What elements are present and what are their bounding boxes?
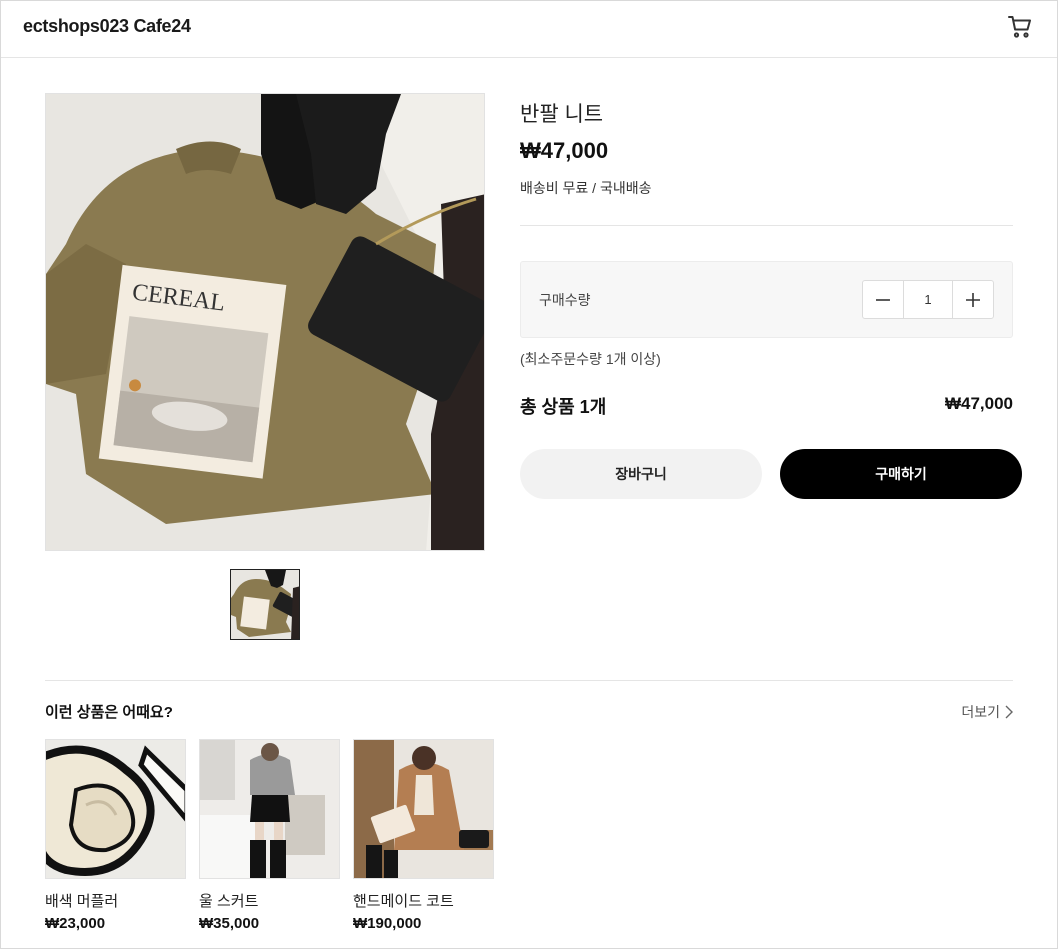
product-image bbox=[45, 739, 186, 879]
minus-icon bbox=[876, 298, 890, 301]
product-main-image: CEREAL bbox=[45, 93, 485, 551]
recommend-item-name: 핸드메이드 코트 bbox=[353, 893, 454, 910]
total-label: 총 상품 1개 bbox=[520, 397, 607, 417]
divider bbox=[45, 680, 1013, 681]
more-link[interactable]: 더보기 bbox=[961, 702, 1013, 722]
quantity-panel: 구매수량 1 bbox=[520, 261, 1013, 338]
top-header: ectshops023 Cafe24 bbox=[1, 1, 1057, 58]
shipping-info: 배송비 무료 / 국내배송 bbox=[520, 180, 652, 196]
add-to-cart-button[interactable]: 장바구니 bbox=[520, 449, 762, 499]
decrease-button[interactable] bbox=[863, 281, 903, 318]
plus-icon bbox=[966, 292, 980, 307]
total-price: ₩47,000 bbox=[944, 394, 1013, 413]
quantity-input[interactable]: 1 bbox=[903, 281, 953, 318]
recommend-item-price: ₩190,000 bbox=[353, 915, 422, 932]
divider bbox=[520, 225, 1013, 226]
recommend-item-price: ₩35,000 bbox=[199, 915, 260, 932]
product-image bbox=[353, 739, 494, 879]
product-name: 반팔 니트 bbox=[520, 103, 604, 126]
quantity-label: 구매수량 bbox=[539, 292, 591, 308]
recommend-item-name: 배색 머플러 bbox=[45, 893, 119, 910]
more-link-label: 더보기 bbox=[961, 704, 1000, 720]
product-price: ₩47,000 bbox=[520, 138, 609, 163]
cart-icon[interactable] bbox=[1007, 14, 1033, 40]
increase-button[interactable] bbox=[953, 281, 993, 318]
product-thumbnail[interactable] bbox=[230, 569, 300, 640]
recommend-title: 이런 상품은 어때요? bbox=[45, 704, 173, 721]
recommend-item-price: ₩23,000 bbox=[45, 915, 106, 932]
chevron-right-icon bbox=[1005, 705, 1013, 719]
product-image bbox=[199, 739, 340, 879]
buy-now-button[interactable]: 구매하기 bbox=[780, 449, 1022, 499]
recommend-item-name: 울 스커트 bbox=[199, 893, 259, 910]
brand-logo[interactable]: ectshops023 Cafe24 bbox=[23, 16, 191, 37]
recommend-item[interactable]: 핸드메이드 코트 ₩190,000 bbox=[353, 739, 494, 932]
recommend-item[interactable]: 배색 머플러 ₩23,000 bbox=[45, 739, 186, 932]
recommend-item[interactable]: 울 스커트 ₩35,000 bbox=[199, 739, 340, 932]
quantity-stepper: 1 bbox=[862, 280, 994, 319]
min-order-note: (최소주문수량 1개 이상) bbox=[520, 351, 661, 367]
